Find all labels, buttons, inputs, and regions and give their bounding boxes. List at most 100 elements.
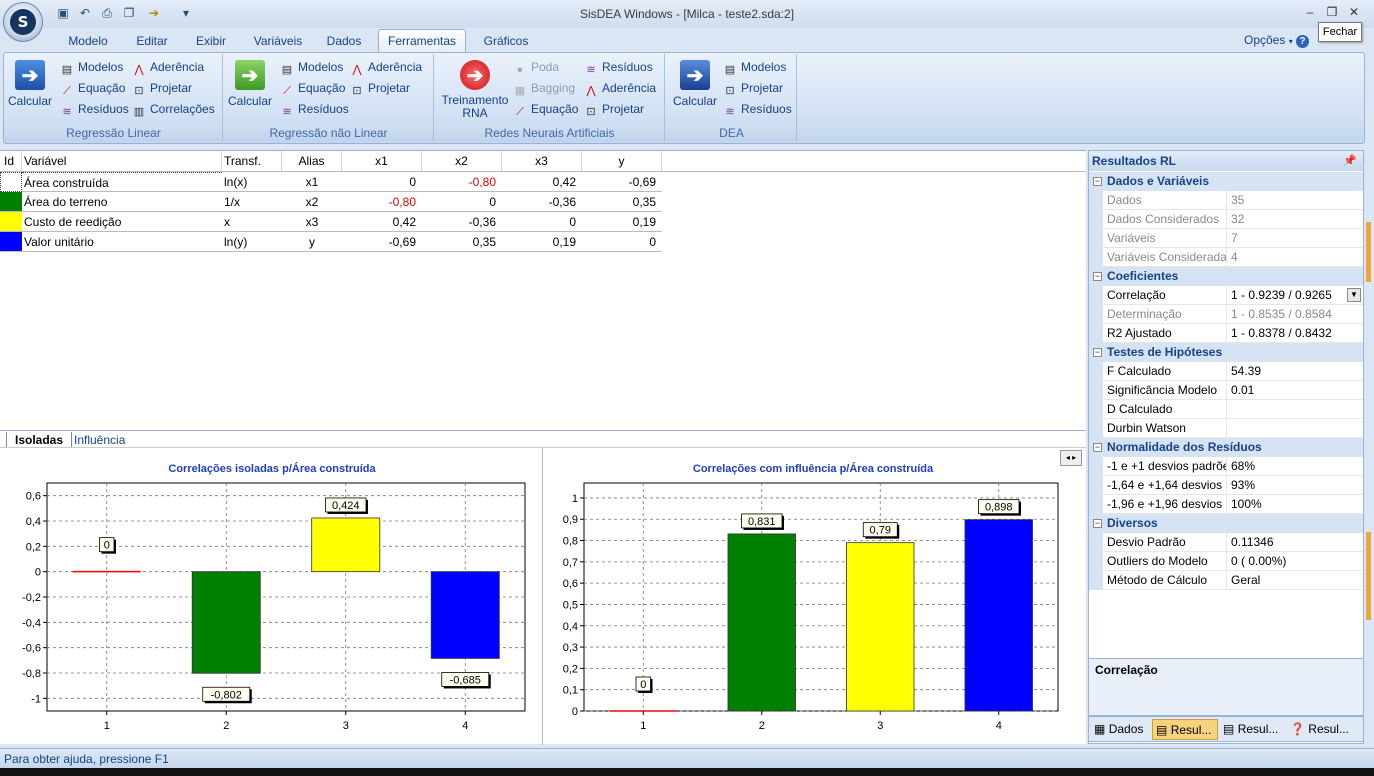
dropdown-arrow-icon[interactable]: ▼ (1347, 288, 1361, 302)
help-icon[interactable]: ? (1296, 35, 1310, 48)
rna-bagging-button[interactable]: ▦ Bagging (513, 78, 575, 98)
col-header-id[interactable]: Id (0, 151, 22, 171)
dea-projetar-button[interactable]: ⊡ Projetar (723, 78, 783, 98)
grid-icon: ▦ (1094, 722, 1106, 736)
table-cell-y: 0,19 (582, 212, 662, 232)
property-value (1231, 419, 1363, 438)
property-row[interactable]: -1,96 e +1,96 desvios p 100% (1089, 495, 1363, 514)
rna-poda-button[interactable]: ● Poda (513, 57, 559, 77)
collapse-icon[interactable]: − (1093, 272, 1102, 281)
rl-residuos-button[interactable]: ≋ Resíduos (60, 99, 128, 119)
tab-isoladas[interactable]: Isoladas (6, 432, 73, 448)
rna-equacao-button[interactable]: ⟋ Equação (513, 99, 578, 119)
table-row[interactable]: Valor unitário ln(y) y -0,69 0,35 0,19 0 (0, 232, 662, 252)
rna-projetar-button[interactable]: ⊡ Projetar (584, 99, 644, 119)
property-row[interactable]: Outliers do Modelo 0 ( 0.00%) (1089, 552, 1363, 571)
property-row[interactable]: Método de Cálculo Geral (1089, 571, 1363, 590)
bottom-tab-resul-3[interactable]: ❓ Resul... (1287, 719, 1359, 740)
tab-dados[interactable]: Dados (322, 30, 366, 52)
property-row[interactable]: Desvio Padrão 0.11346 (1089, 533, 1363, 552)
property-row[interactable]: -1 e +1 desvios padrõe 68% (1089, 457, 1363, 476)
property-category[interactable]: − Dados e Variáveis (1089, 172, 1363, 191)
rl-projetar-button[interactable]: ⊡ Projetar (132, 78, 192, 98)
property-category[interactable]: − Diversos (1089, 514, 1363, 533)
table-cell-x1: -0,80 (342, 192, 422, 212)
minimize-icon[interactable]: – (1300, 3, 1320, 21)
property-row[interactable]: Durbin Watson (1089, 419, 1363, 438)
rl-aderencia-button[interactable]: ⋀ Aderência (132, 57, 204, 77)
y-tick-label: 0,1 (563, 685, 578, 697)
col-header-alias[interactable]: Alias (282, 151, 342, 171)
rl-correlacoes-button[interactable]: ▥ Correlações (132, 99, 215, 119)
results-icon: ▤ (1223, 722, 1235, 736)
rnl-aderencia-button[interactable]: ⋀ Aderência (350, 57, 422, 77)
collapse-icon[interactable]: − (1093, 177, 1102, 186)
chart-splitter[interactable] (542, 448, 543, 745)
calcular-rnl-button[interactable]: ➔ Calcular (228, 60, 272, 108)
col-header-x2[interactable]: x2 (422, 151, 502, 171)
property-row[interactable]: Dados 35 (1089, 191, 1363, 210)
rnl-projetar-button[interactable]: ⊡ Projetar (350, 78, 410, 98)
row-gutter (1089, 229, 1103, 248)
calcular-rl-button[interactable]: ➔ Calcular (8, 60, 52, 108)
collapse-icon[interactable]: − (1093, 348, 1102, 357)
table-cell-alias: y (282, 232, 342, 252)
table-row[interactable]: Área construída ln(x) x1 0 -0,80 0,42 -0,69 (0, 172, 662, 192)
property-row[interactable]: Determinação 1 - 0.8535 / 0.8584 (1089, 305, 1363, 324)
rnl-modelos-button[interactable]: ▤ Modelos (280, 57, 344, 77)
pin-icon[interactable]: 📌 (1343, 151, 1357, 171)
collapse-icon[interactable]: − (1093, 443, 1102, 452)
property-label: F Calculado (1107, 362, 1227, 381)
bottom-tab-resul-2[interactable]: ▤ Resul... (1220, 719, 1286, 740)
tab-variaveis[interactable]: Variáveis (248, 30, 308, 52)
property-row[interactable]: Variáveis 7 (1089, 229, 1363, 248)
property-row[interactable]: -1,64 e +1,64 desvios p 93% (1089, 476, 1363, 495)
col-header-transf[interactable]: Transf. (222, 151, 282, 171)
options-menu[interactable]: Opções ▾ ? (1244, 33, 1310, 48)
rnl-residuos-button[interactable]: ≋ Resíduos (280, 99, 348, 119)
table-row[interactable]: Custo de reedição x x3 0,42 -0,36 0 0,19 (0, 212, 662, 232)
property-category[interactable]: − Normalidade dos Resíduos (1089, 438, 1363, 457)
tab-modelo[interactable]: Modelo (62, 30, 114, 52)
col-header-variavel[interactable]: Variável (22, 151, 222, 171)
rnl-equacao-button[interactable]: ⟋ Equação (280, 78, 345, 98)
dea-modelos-button[interactable]: ▤ Modelos (723, 57, 787, 77)
tab-ferramentas[interactable]: Ferramentas (378, 29, 466, 53)
tab-editar[interactable]: Editar (130, 30, 174, 52)
col-header-x3[interactable]: x3 (502, 151, 582, 171)
col-header-x1[interactable]: x1 (342, 151, 422, 171)
property-row[interactable]: Variáveis Consideradas 4 (1089, 248, 1363, 267)
table-cell-x2: 0 (422, 192, 502, 212)
property-label: -1,96 e +1,96 desvios p (1107, 495, 1227, 514)
property-row[interactable]: Significância Modelo 0.01 (1089, 381, 1363, 400)
property-row[interactable]: F Calculado 54.39 (1089, 362, 1363, 381)
bottom-tab-resul-1[interactable]: ▤ Resul... (1152, 719, 1218, 740)
bottom-tab-dados[interactable]: ▦ Dados (1091, 719, 1151, 740)
calcular-dea-button[interactable]: ➔ Calcular (673, 60, 717, 108)
property-category[interactable]: − Coeficientes (1089, 267, 1363, 286)
application-menu-button[interactable]: S (3, 2, 43, 42)
property-category[interactable]: − Testes de Hipóteses (1089, 343, 1363, 362)
property-row[interactable]: Dados Considerados 32 (1089, 210, 1363, 229)
collapse-icon[interactable]: − (1093, 519, 1102, 528)
treinamento-rna-button[interactable]: ➔ Treinamento RNA (441, 60, 509, 120)
tab-graficos[interactable]: Gráficos (478, 30, 534, 52)
tab-influencia[interactable]: Influência (66, 432, 133, 448)
rna-aderencia-button[interactable]: ⋀ Aderência (584, 78, 656, 98)
col-header-y[interactable]: y (582, 151, 662, 171)
property-row[interactable]: Correlação 1 - 0.9239 / 0.9265 ▼ (1089, 286, 1363, 305)
property-row[interactable]: D Calculado (1089, 400, 1363, 419)
property-row[interactable]: R2 Ajustado 1 - 0.8378 / 0.8432 (1089, 324, 1363, 343)
rl-modelos-button[interactable]: ▤ Modelos (60, 57, 124, 77)
bar (727, 533, 796, 712)
restore-icon[interactable]: ❐ (1322, 3, 1342, 21)
property-value: 7 (1231, 231, 1238, 245)
rl-equacao-button[interactable]: ⟋ Equação (60, 78, 125, 98)
rna-residuos-button[interactable]: ≋ Resíduos (584, 57, 652, 77)
y-tick-label: 0,5 (563, 599, 578, 611)
y-tick-label: 0,2 (26, 541, 41, 553)
table-row[interactable]: Área do terreno 1/x x2 -0,80 0 -0,36 0,35 (0, 192, 662, 212)
dea-residuos-button[interactable]: ≋ Resíduos (723, 99, 791, 119)
tab-exibir[interactable]: Exibir (190, 30, 232, 52)
close-icon[interactable]: ✕ (1344, 3, 1364, 21)
